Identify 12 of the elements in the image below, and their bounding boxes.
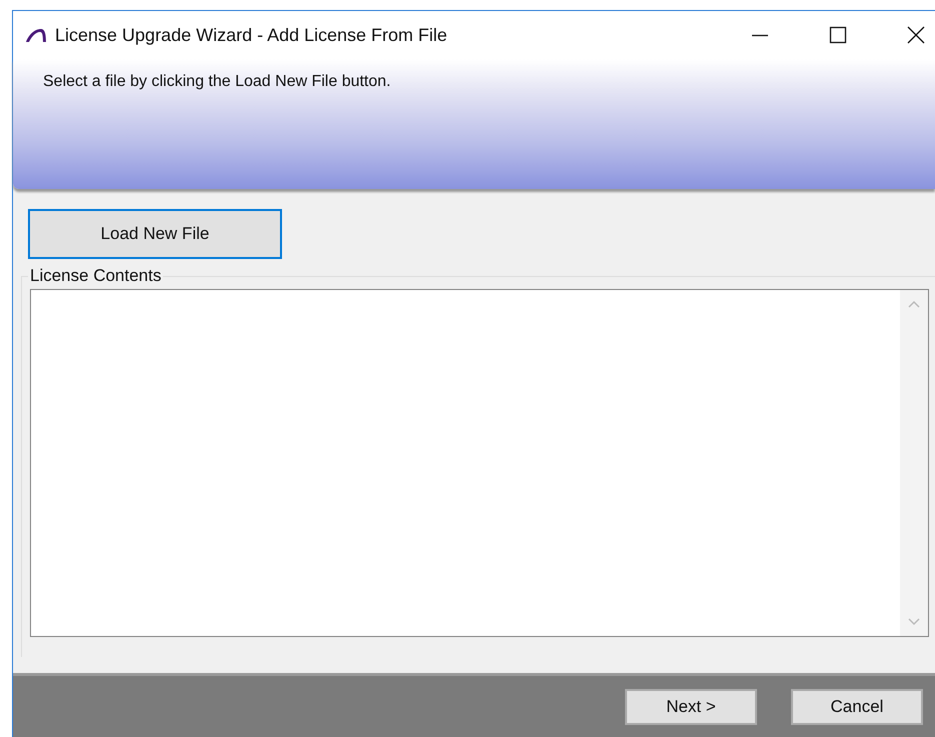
- footer-button[interactable]: Cancel: [791, 689, 923, 725]
- close-icon[interactable]: [907, 26, 925, 44]
- scroll-down-icon[interactable]: [908, 618, 920, 626]
- app-logo-icon: [25, 28, 47, 42]
- scroll-up-icon[interactable]: [908, 300, 920, 308]
- load-file-button[interactable]: Load New File: [28, 209, 282, 259]
- maximize-icon[interactable]: [829, 26, 847, 44]
- window-title: License Upgrade Wizard - Add License From File: [55, 24, 448, 46]
- instruction-text: Select a file by clicking the Load New File button.: [43, 73, 391, 90]
- scrollbar[interactable]: [900, 290, 928, 636]
- footer-button[interactable]: Next >: [625, 689, 757, 725]
- license-contents-field[interactable]: [30, 289, 929, 637]
